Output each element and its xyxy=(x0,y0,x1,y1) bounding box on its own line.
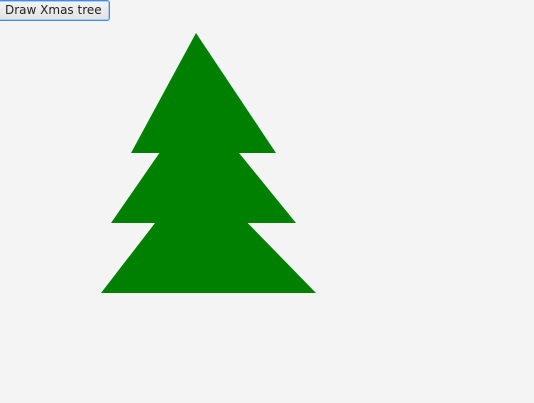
app-window: Draw Xmas tree xyxy=(0,0,534,403)
tree-tier-bottom xyxy=(101,170,316,293)
xmas-tree xyxy=(101,33,316,293)
draw-xmas-tree-button[interactable]: Draw Xmas tree xyxy=(0,0,110,21)
drawing-canvas xyxy=(101,33,316,293)
